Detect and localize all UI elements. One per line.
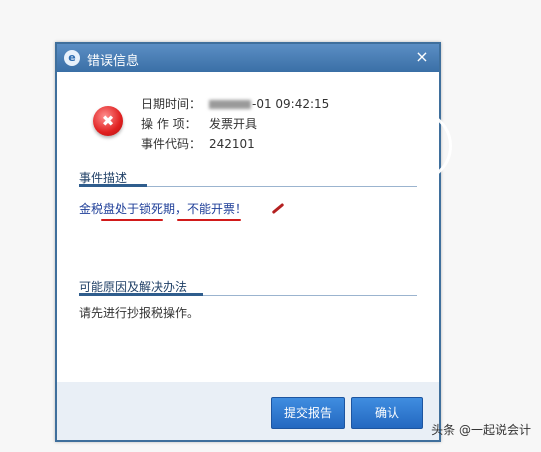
- event-section-heading: 事件描述: [79, 167, 417, 187]
- screen-annotation-circle: [380, 110, 452, 182]
- operation-row: 操 作 项： 发票开具: [141, 114, 329, 134]
- title-bar[interactable]: e 错误信息 ×: [57, 44, 439, 72]
- operation-value: 发票开具: [209, 117, 258, 131]
- app-logo-icon: e: [64, 50, 80, 66]
- confirm-button[interactable]: 确认: [351, 397, 423, 429]
- causes-text: 请先进行抄报税操作。: [79, 306, 200, 320]
- redacted-date: [209, 100, 251, 109]
- causes-section-heading: 可能原因及解决办法: [79, 276, 417, 296]
- event-description: 金税盘处于锁死期，不能开票！: [79, 202, 248, 216]
- code-label: 事件代码：: [141, 137, 202, 151]
- info-block: 日期时间： -01 09:42:15 操 作 项： 发票开具 事件代码： 242101: [141, 94, 329, 154]
- pen-cursor-icon: [271, 202, 285, 215]
- dialog-title: 错误信息: [87, 54, 140, 69]
- code-row: 事件代码： 242101: [141, 134, 329, 154]
- operation-label: 操 作 项：: [141, 117, 197, 131]
- error-icon: [93, 106, 123, 136]
- submit-report-button[interactable]: 提交报告: [271, 397, 345, 429]
- heading-accent-bar: [79, 184, 147, 187]
- heading-divider: [203, 295, 417, 296]
- watermark-text: 头条 @一起说会计: [431, 423, 531, 437]
- annotation-underline-1: [101, 219, 163, 221]
- heading-divider: [147, 186, 417, 187]
- date-value: -01 09:42:15: [252, 97, 330, 111]
- date-label: 日期时间：: [141, 97, 202, 111]
- date-row: 日期时间： -01 09:42:15: [141, 94, 329, 114]
- close-button[interactable]: ×: [411, 47, 433, 67]
- button-bar: 提交报告 确认: [57, 382, 439, 440]
- heading-accent-bar: [79, 293, 203, 296]
- code-value: 242101: [209, 137, 255, 151]
- error-dialog: e 错误信息 × 日期时间： -01 09:42:15 操 作 项： 发票开具 事件…: [55, 42, 441, 442]
- annotation-underline-2: [177, 219, 241, 221]
